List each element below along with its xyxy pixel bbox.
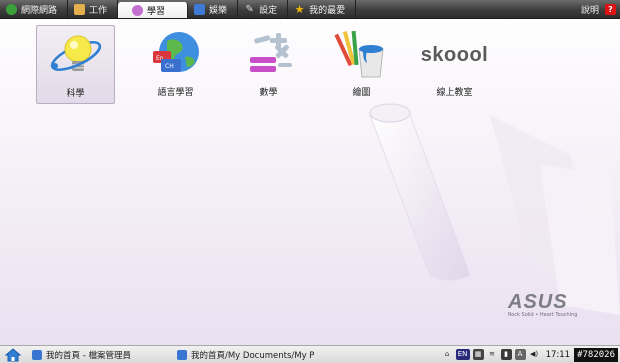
text-input-icon[interactable]: A [514, 349, 526, 360]
battery-icon[interactable]: ▮ [500, 349, 512, 360]
tab-entertainment[interactable]: 娛樂 [188, 0, 239, 18]
task-label: 我的首頁 - 檔案管理員 [46, 350, 131, 361]
wrench-icon: ✎ [245, 3, 254, 15]
tab-internet[interactable]: 網際網路 [0, 0, 69, 18]
frame-counter: #782026 [574, 347, 618, 362]
tab-work[interactable]: 工作 [68, 0, 119, 18]
app-math[interactable]: 數學 [222, 25, 315, 104]
keyboard-icon[interactable]: ▦ [472, 349, 484, 360]
question-icon: ? [605, 3, 616, 15]
app-label: 數學 [259, 88, 278, 98]
asus-logo: ASUS [508, 291, 568, 313]
skoool-logo-icon: skoool [415, 29, 495, 81]
tab-label: 學習 [147, 6, 166, 17]
tab-settings[interactable]: ✎ 設定 [238, 0, 289, 18]
tab-favorites[interactable]: ★ 我的最愛 [288, 0, 357, 18]
tab-label: 工作 [89, 5, 108, 16]
clock[interactable]: 17:11 [546, 350, 571, 360]
star-icon: ★ [294, 2, 305, 16]
paint-bucket-icon [333, 29, 391, 81]
house-icon [4, 347, 22, 361]
asus-brand: ASUS Rock Solid • Heart Touching [508, 291, 592, 318]
app-drawing[interactable]: 繪圖 [315, 25, 408, 104]
app-label: 科學 [66, 89, 85, 99]
svg-text:CH: CH [165, 63, 174, 70]
wifi-icon[interactable]: ≋ [487, 349, 498, 360]
network-icon[interactable]: ⌂ [442, 349, 453, 360]
taskbar: 我的首頁 - 檔案管理員 我的首頁/My Documents/My P ⌂ EN… [0, 345, 620, 363]
media-icon [194, 3, 206, 15]
tab-label: 娛樂 [209, 5, 228, 16]
tab-learning[interactable]: 學習 [118, 2, 189, 18]
task-label: 我的首頁/My Documents/My P [190, 350, 315, 361]
folder-icon [74, 3, 86, 15]
skoool-logo-text: skoool [420, 43, 489, 66]
lightbulb-atom-icon [47, 30, 105, 82]
home-button[interactable] [4, 347, 22, 362]
globe-language-icon: En CH [147, 29, 205, 81]
language-indicator[interactable]: EN [455, 349, 470, 360]
taskbar-item-documents[interactable]: 我的首頁/My Documents/My P [173, 348, 318, 362]
app-grid: 科學 En CH 語言學習 數學 繪圖 skoool 線上教室 [36, 25, 501, 104]
help-label: 說明 [580, 5, 599, 16]
app-science[interactable]: 科學 [36, 25, 115, 104]
volume-icon[interactable]: ◀) [529, 349, 540, 360]
file-manager-icon [32, 349, 42, 360]
app-online-classroom[interactable]: skoool 線上教室 [408, 25, 501, 104]
globe-icon [6, 3, 17, 15]
tab-label: 我的最愛 [309, 5, 346, 16]
app-language-learning[interactable]: En CH 語言學習 [129, 25, 222, 104]
app-label: 語言學習 [157, 88, 194, 98]
system-tray: ⌂ EN ▦ ≋ ▮ A ◀) 17:11 #782026 [439, 346, 620, 363]
tab-label: 設定 [259, 5, 278, 16]
math-symbols-icon [240, 29, 298, 81]
taskbar-item-file-manager[interactable]: 我的首頁 - 檔案管理員 [28, 348, 135, 362]
graduation-icon [132, 4, 144, 16]
tab-label: 網際網路 [21, 5, 58, 16]
folder-icon [176, 349, 187, 360]
help-button[interactable]: 說明 ? [581, 0, 620, 18]
asus-tagline: Rock Solid • Heart Touching [508, 312, 578, 318]
top-tab-bar: 網際網路 工作 學習 娛樂 ✎ 設定 ★ 我的最愛 說明 ? [0, 0, 620, 19]
